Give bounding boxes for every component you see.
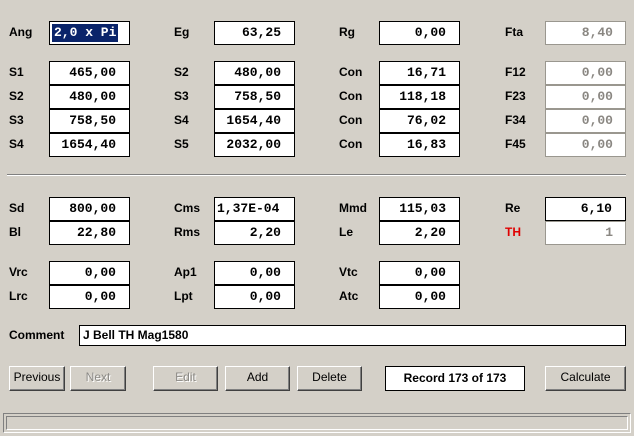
previous-button-label: Previous <box>13 370 61 384</box>
calculate-button-label: Calculate <box>560 370 611 384</box>
s4b-label: S4 <box>174 113 189 127</box>
vtc-field[interactable]: 0,00 <box>379 261 460 285</box>
rg-label: Rg <box>339 25 355 39</box>
rms-field[interactable]: 2,20 <box>214 221 295 245</box>
lrc-label: Lrc <box>9 289 28 303</box>
calculate-button[interactable]: Calculate <box>545 366 626 391</box>
th-field: 1 <box>545 221 626 245</box>
ang-value: 2,0 x Pi <box>52 24 119 42</box>
re-field[interactable]: 6,10 <box>545 197 626 221</box>
vrc-field[interactable]: 0,00 <box>49 261 130 285</box>
f23-field: 0,00 <box>545 85 626 109</box>
lpt-field[interactable]: 0,00 <box>214 285 295 309</box>
next-button-label: Next <box>85 370 111 384</box>
previous-button[interactable]: Previous <box>9 366 65 391</box>
re-label: Re <box>505 201 521 215</box>
s5-field[interactable]: 2032,00 <box>214 133 295 157</box>
status-bar <box>3 413 631 433</box>
section-divider <box>7 174 626 176</box>
f12-label: F12 <box>505 65 526 79</box>
fta-field: 8,40 <box>545 21 626 45</box>
lrc-field[interactable]: 0,00 <box>49 285 130 309</box>
mmd-label: Mmd <box>339 201 367 215</box>
s3-label: S3 <box>9 113 24 127</box>
f12-field: 0,00 <box>545 61 626 85</box>
s3b-label: S3 <box>174 89 189 103</box>
f45-label: F45 <box>505 137 526 151</box>
s3-field[interactable]: 758,50 <box>49 109 130 133</box>
con2-label: Con <box>339 89 363 103</box>
edit-button-label: Edit <box>175 370 196 384</box>
vrc-label: Vrc <box>9 265 28 279</box>
sd-field[interactable]: 800,00 <box>49 197 130 221</box>
s2-field[interactable]: 480,00 <box>49 85 130 109</box>
ang-field[interactable]: 2,0 x Pi <box>49 21 130 45</box>
s2-label: S2 <box>9 89 24 103</box>
th-label: TH <box>505 225 521 239</box>
add-button[interactable]: Add <box>225 366 290 391</box>
bl-field[interactable]: 22,80 <box>49 221 130 245</box>
con4-label: Con <box>339 137 363 151</box>
delete-button-label: Delete <box>312 370 347 384</box>
s3b-field[interactable]: 758,50 <box>214 85 295 109</box>
con3-field[interactable]: 76,02 <box>379 109 460 133</box>
rg-field[interactable]: 0,00 <box>379 21 460 45</box>
mmd-field[interactable]: 115,03 <box>379 197 460 221</box>
f34-label: F34 <box>505 113 526 127</box>
con2-field[interactable]: 118,18 <box>379 85 460 109</box>
status-panel <box>6 416 628 430</box>
s1-label: S1 <box>9 65 24 79</box>
ap1-field[interactable]: 0,00 <box>214 261 295 285</box>
s2b-field[interactable]: 480,00 <box>214 61 295 85</box>
s4-label: S4 <box>9 137 24 151</box>
s5-label: S5 <box>174 137 189 151</box>
rms-label: Rms <box>174 225 201 239</box>
f45-field: 0,00 <box>545 133 626 157</box>
le-field[interactable]: 2,20 <box>379 221 460 245</box>
comment-label: Comment <box>9 328 65 342</box>
comment-field[interactable]: J Bell TH Mag1580 <box>79 325 626 346</box>
record-indicator: Record 173 of 173 <box>385 366 525 391</box>
eg-field[interactable]: 63,25 <box>214 21 295 45</box>
le-label: Le <box>339 225 354 239</box>
con1-field[interactable]: 16,71 <box>379 61 460 85</box>
vtc-label: Vtc <box>339 265 358 279</box>
delete-button[interactable]: Delete <box>297 366 362 391</box>
bl-label: Bl <box>9 225 21 239</box>
ang-label: Ang <box>9 25 33 39</box>
cms-field[interactable]: 1,37E-04 <box>214 197 295 221</box>
s1-field[interactable]: 465,00 <box>49 61 130 85</box>
s4-field[interactable]: 1654,40 <box>49 133 130 157</box>
ap1-label: Ap1 <box>174 265 197 279</box>
con4-field[interactable]: 16,83 <box>379 133 460 157</box>
next-button[interactable]: Next <box>70 366 126 391</box>
lpt-label: Lpt <box>174 289 193 303</box>
edit-button[interactable]: Edit <box>153 366 218 391</box>
f34-field: 0,00 <box>545 109 626 133</box>
fta-label: Fta <box>505 25 523 39</box>
sd-label: Sd <box>9 201 25 215</box>
add-button-label: Add <box>246 370 269 384</box>
s2b-label: S2 <box>174 65 189 79</box>
cms-label: Cms <box>174 201 201 215</box>
con1-label: Con <box>339 65 363 79</box>
atc-label: Atc <box>339 289 359 303</box>
atc-field[interactable]: 0,00 <box>379 285 460 309</box>
con3-label: Con <box>339 113 363 127</box>
f23-label: F23 <box>505 89 526 103</box>
eg-label: Eg <box>174 25 190 39</box>
s4b-field[interactable]: 1654,40 <box>214 109 295 133</box>
